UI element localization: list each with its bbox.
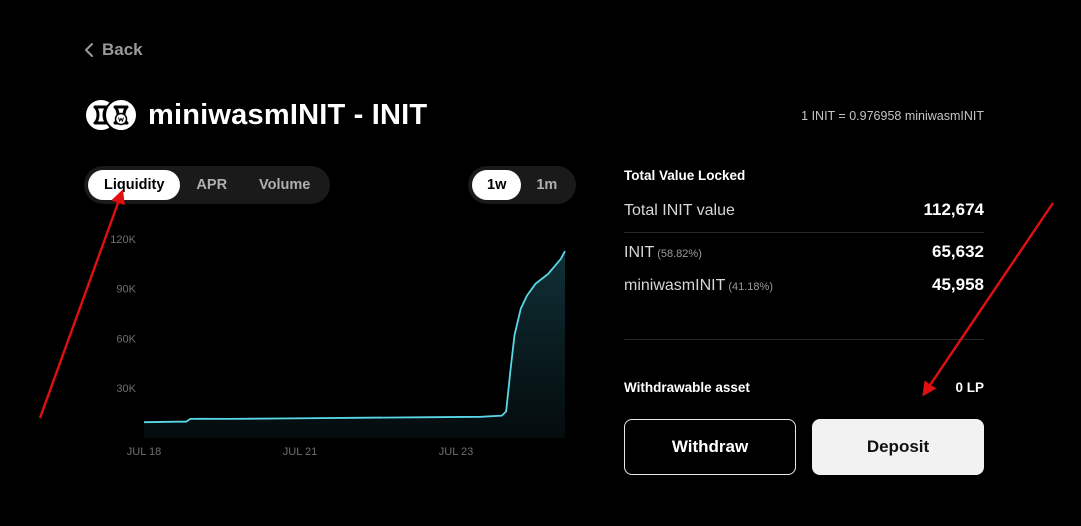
chart-metric-tabs: Liquidity APR Volume <box>84 166 331 204</box>
tvl-mini-label: miniwasmINIT <box>624 277 726 294</box>
tab-liquidity[interactable]: Liquidity <box>88 170 181 200</box>
withdrawable-value: 0 LP <box>955 380 984 395</box>
deposit-button[interactable]: Deposit <box>812 419 984 475</box>
x-tick-label: JUL 18 <box>127 446 161 458</box>
back-label: Back <box>102 40 143 59</box>
x-tick-label: JUL 23 <box>439 446 473 458</box>
tab-volume[interactable]: Volume <box>243 170 326 200</box>
x-tick-label: JUL 21 <box>283 446 317 458</box>
miniwasminit-token-icon <box>104 98 138 132</box>
tab-1m[interactable]: 1m <box>521 170 572 200</box>
tvl-init-row: INIT (58.82%) 65,632 <box>624 242 984 262</box>
tvl-total-label: Total INIT value <box>624 202 735 219</box>
tvl-init-pct: (58.82%) <box>657 248 702 260</box>
tvl-total-row: Total INIT value 112,674 <box>624 200 984 220</box>
withdraw-button[interactable]: Withdraw <box>624 419 796 475</box>
chevron-left-icon <box>85 43 93 57</box>
tvl-init-label: INIT <box>624 244 655 261</box>
tvl-title: Total Value Locked <box>624 168 746 183</box>
chart-range-tabs: 1w 1m <box>468 166 577 204</box>
tvl-mini-pct: (41.18%) <box>728 281 773 293</box>
tab-1w[interactable]: 1w <box>472 170 522 200</box>
withdrawable-row: Withdrawable asset 0 LP <box>624 380 984 395</box>
liquidity-chart: 30K 60K 90K 120K JUL 18 JUL 21 JUL 23 <box>110 234 566 458</box>
back-button[interactable]: Back <box>84 40 143 60</box>
page-title: miniwasmINIT - INIT <box>148 98 428 131</box>
tvl-init-value: 65,632 <box>932 242 984 261</box>
y-tick-label: 120K <box>110 234 136 246</box>
divider <box>624 339 984 340</box>
divider <box>624 232 984 233</box>
withdrawable-label: Withdrawable asset <box>624 380 750 395</box>
tvl-mini-row: miniwasmINIT (41.18%) 45,958 <box>624 275 984 295</box>
token-pair-icons <box>84 98 138 132</box>
exchange-rate: 1 INIT = 0.976958 miniwasmINIT <box>801 109 984 123</box>
y-tick-label: 30K <box>116 383 136 395</box>
tvl-mini-value: 45,958 <box>932 275 984 294</box>
tvl-total-value: 112,674 <box>923 200 984 219</box>
page-header: miniwasmINIT - INIT <box>84 98 427 132</box>
chart-area-fill <box>144 251 565 438</box>
y-tick-label: 60K <box>116 333 136 345</box>
tab-apr[interactable]: APR <box>180 170 243 200</box>
y-tick-label: 90K <box>116 284 136 296</box>
chart-series-line <box>143 250 566 424</box>
